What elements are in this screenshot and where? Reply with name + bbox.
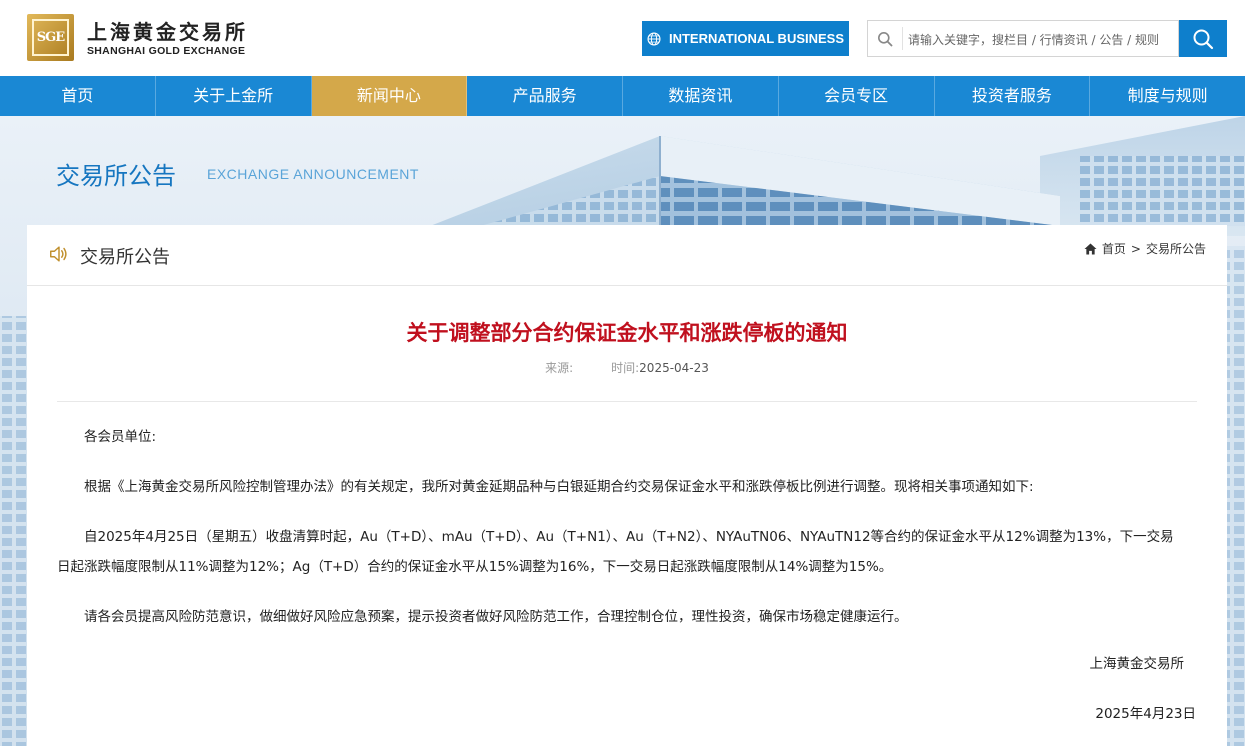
search-input[interactable] [906, 22, 1175, 57]
breadcrumb-home[interactable]: 首页 [1102, 240, 1126, 257]
article-paragraph: 自2025年4月25日（星期五）收盘清算时起，Au（T+D）、mAu（T+D）、… [57, 529, 1174, 575]
panel-title: 交易所公告 [80, 247, 170, 268]
article-paragraph: 请各会员提高风险防范意识，做细做好风险应急预案，提示投资者做好风险防范工作，合理… [84, 609, 908, 625]
top-header: SGE 上海黄金交易所 SHANGHAI GOLD EXCHANGE INTER… [0, 0, 1245, 76]
source-label: 来源: [545, 361, 574, 375]
speaker-icon [50, 246, 67, 262]
signature: 上海黄金交易所 [1089, 656, 1185, 672]
banner-title: 交易所公告 [56, 162, 176, 190]
nav-item-data[interactable]: 数据资讯 [623, 76, 779, 116]
logo-mark: SGE [27, 14, 74, 61]
article-meta: 来源: 时间:2025-04-23 [27, 359, 1227, 376]
search-box [867, 20, 1179, 57]
article-paragraph: 根据《上海黄金交易所风险控制管理办法》的有关规定，我所对黄金延期品种与白银延期合… [84, 479, 1034, 495]
nav-item-rules[interactable]: 制度与规则 [1090, 76, 1245, 116]
globe-icon [647, 31, 661, 46]
search-icon [878, 32, 893, 47]
announcement-panel: 交易所公告 首页 > 交易所公告 关于调整部分合约保证金水平和涨跌停板的通知 来… [27, 225, 1227, 746]
nav-item-members[interactable]: 会员专区 [779, 76, 935, 116]
signed-date: 2025年4月23日 [1095, 706, 1196, 722]
main-nav: 首页 关于上金所 新闻中心 产品服务 数据资讯 会员专区 投资者服务 制度与规则 [0, 76, 1245, 116]
logo-chinese-name: 上海黄金交易所 [87, 20, 248, 44]
logo-mark-text: SGE [32, 19, 69, 56]
time-value: 2025-04-23 [639, 361, 709, 375]
nav-item-investor[interactable]: 投资者服务 [935, 76, 1091, 116]
panel-header: 交易所公告 首页 > 交易所公告 [27, 225, 1227, 286]
banner-subtitle: EXCHANGE ANNOUNCEMENT [207, 166, 419, 182]
time-label: 时间: [611, 361, 640, 375]
nav-item-about[interactable]: 关于上金所 [156, 76, 312, 116]
title-divider [57, 401, 1197, 402]
article-paragraph: 各会员单位: [84, 429, 157, 445]
home-icon[interactable] [1084, 242, 1097, 255]
search-icon [1193, 29, 1214, 49]
site-logo[interactable]: SGE 上海黄金交易所 SHANGHAI GOLD EXCHANGE [27, 14, 245, 62]
logo-english-name: SHANGHAI GOLD EXCHANGE [87, 45, 246, 57]
nav-item-news-center[interactable]: 新闻中心 [311, 76, 468, 116]
international-business-label: INTERNATIONAL BUSINESS [668, 31, 845, 46]
nav-item-home[interactable]: 首页 [0, 76, 156, 116]
nav-item-products[interactable]: 产品服务 [467, 76, 623, 116]
international-business-button[interactable]: INTERNATIONAL BUSINESS [642, 21, 849, 56]
breadcrumb-separator: > [1130, 241, 1141, 256]
search-button[interactable] [1179, 20, 1227, 57]
article-title: 关于调整部分合约保证金水平和涨跌停板的通知 [406, 321, 848, 345]
breadcrumb: 首页 > 交易所公告 [1084, 240, 1206, 257]
search-divider [902, 27, 903, 50]
breadcrumb-current[interactable]: 交易所公告 [1146, 240, 1206, 257]
